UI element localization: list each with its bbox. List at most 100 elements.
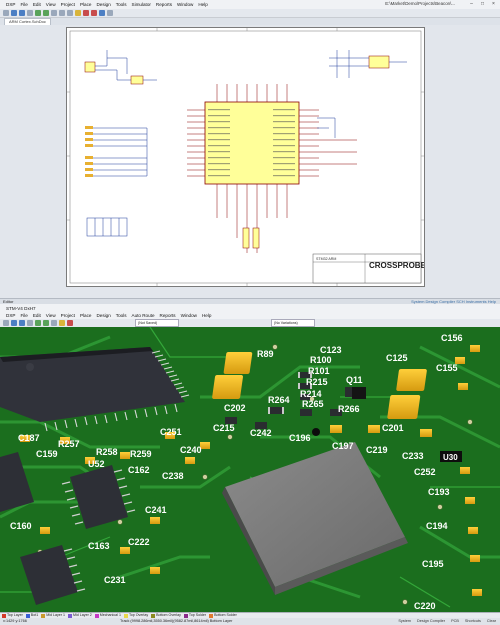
maximize-icon[interactable]: □ — [478, 1, 487, 7]
pcb-zoom-out-icon[interactable] — [43, 320, 49, 326]
paste-icon[interactable] — [67, 10, 73, 16]
pcb-menu-file[interactable]: File — [20, 313, 27, 318]
label-c197: C197 — [332, 441, 354, 451]
layer-name: Mid Layer 2 — [72, 613, 92, 618]
panel-design-compiler[interactable]: Design Compiler — [417, 618, 445, 625]
zoom-in-icon[interactable] — [35, 10, 41, 16]
label-r214: R214 — [300, 389, 322, 399]
pcb-select-icon[interactable] — [51, 320, 57, 326]
panel-clear[interactable]: Clear — [487, 618, 496, 625]
menu-tools[interactable]: Tools — [116, 2, 127, 7]
menu-dxp[interactable]: DXP — [6, 2, 15, 7]
pcb-menu-autoroute[interactable]: Auto Route — [132, 313, 155, 318]
pcb-menu-project[interactable]: Project — [61, 313, 75, 318]
redo-icon[interactable] — [91, 10, 97, 16]
pcb-menu-tools[interactable]: Tools — [116, 313, 127, 318]
pcb-3d-view[interactable]: R89 C123 C125 C156 R100 R101 R215 Q11 C1… — [0, 327, 500, 612]
pcb-menu-reports[interactable]: Reports — [160, 313, 176, 318]
compile-icon[interactable] — [99, 10, 105, 16]
pcb-combo-saved[interactable]: (Not Saved) — [135, 319, 179, 327]
label-q11: Q11 — [346, 375, 363, 385]
pcb-print-icon[interactable] — [27, 320, 33, 326]
schematic-sheet[interactable]: STM32 ARM CROSSPROBE — [66, 27, 427, 287]
copy-icon[interactable] — [59, 10, 65, 16]
layer-swatch-icon — [209, 613, 214, 618]
label-r259: R259 — [130, 449, 152, 459]
layer-tab-top[interactable]: Top Layer — [2, 613, 23, 618]
open-icon[interactable] — [11, 10, 17, 16]
pcb-menu-place[interactable]: Place — [80, 313, 92, 318]
label-r264: R264 — [268, 395, 290, 405]
menu-window[interactable]: Window — [177, 2, 193, 7]
tab-schematic[interactable]: ARM Cortex.SchDoc — [4, 18, 51, 25]
layer-name: Bottom Overlay — [156, 613, 181, 618]
layer-swatch-icon — [151, 613, 156, 618]
print-icon[interactable] — [27, 10, 33, 16]
label-c220: C220 — [414, 601, 436, 611]
pcb-save-icon[interactable] — [19, 320, 25, 326]
menu-view[interactable]: View — [46, 2, 56, 7]
pcb-menu-help[interactable]: Help — [202, 313, 211, 318]
label-c202: C202 — [224, 403, 246, 413]
wire-icon[interactable] — [75, 10, 81, 16]
menu-project[interactable]: Project — [61, 2, 75, 7]
menu-file[interactable]: File — [20, 2, 27, 7]
pcb-statusbar: x:1429 y:1766 Track (9998.286mil,3550.36… — [0, 618, 500, 625]
pcb-menu-view[interactable]: View — [46, 313, 56, 318]
label-c240: C240 — [180, 445, 202, 455]
layer-tab-top-overlay[interactable]: Top Overlay — [123, 613, 148, 618]
panel-pcb[interactable]: PCB — [451, 618, 459, 625]
schematic-window: DXP File Edit View Project Place Design … — [0, 0, 500, 305]
pcb-open-icon[interactable] — [11, 320, 17, 326]
menu-place[interactable]: Place — [80, 2, 92, 7]
label-r266: R266 — [338, 404, 360, 414]
layer-tab-bottom-solder[interactable]: Bottom Solder — [209, 613, 237, 618]
pcb-menu-window[interactable]: Window — [181, 313, 197, 318]
layer-tab-mid2[interactable]: Mid Layer 2 — [67, 613, 92, 618]
place-part-icon[interactable] — [107, 10, 113, 16]
cut-icon[interactable] — [51, 10, 57, 16]
pcb-menu-edit[interactable]: Edit — [33, 313, 41, 318]
label-r215: R215 — [306, 377, 328, 387]
label-r100: R100 — [310, 355, 332, 365]
schematic-canvas[interactable]: STM32 ARM CROSSPROBE — [0, 25, 500, 298]
pcb-zoom-in-icon[interactable] — [35, 320, 41, 326]
layer-tab-mid1[interactable]: Mid Layer 1 — [41, 613, 65, 618]
label-c238: C238 — [162, 471, 184, 481]
label-c215: C215 — [213, 423, 235, 433]
pcb-combo-variations[interactable]: (No Variations) — [271, 319, 315, 327]
label-c125: C125 — [386, 353, 408, 363]
undo-icon[interactable] — [83, 10, 89, 16]
close-icon[interactable]: × — [489, 1, 498, 7]
menu-design[interactable]: Design — [96, 2, 110, 7]
label-c194: C194 — [426, 521, 448, 531]
label-u52: U52 — [88, 459, 105, 469]
layer-tab-mech1[interactable]: Mechanical 1 — [94, 613, 121, 618]
save-icon[interactable] — [19, 10, 25, 16]
menu-help[interactable]: Help — [198, 2, 207, 7]
minimize-icon[interactable]: – — [467, 1, 476, 7]
layer-tab-bot1[interactable]: Bot1 — [25, 613, 38, 618]
zoom-out-icon[interactable] — [43, 10, 49, 16]
label-c233: C233 — [402, 451, 424, 461]
pcb-menu-design[interactable]: Design — [96, 313, 110, 318]
label-c241: C241 — [145, 505, 167, 515]
schematic-toolbar — [0, 9, 500, 18]
panel-shortcuts[interactable]: Shortcuts — [465, 618, 481, 625]
layer-tab-bottom-overlay[interactable]: Bottom Overlay — [151, 613, 181, 618]
pcb-mainmenu: DXP File Edit View Project Place Design … — [0, 311, 500, 319]
pcb-undo-icon[interactable] — [67, 320, 73, 326]
menu-reports[interactable]: Reports — [156, 2, 172, 7]
new-icon[interactable] — [3, 10, 9, 16]
pcb-new-icon[interactable] — [3, 320, 9, 326]
pcb-route-icon[interactable] — [59, 320, 65, 326]
pcb-menu-dxp[interactable]: DXP — [6, 313, 15, 318]
layer-swatch-icon — [183, 613, 188, 618]
panel-system[interactable]: System — [398, 618, 411, 625]
schematic-tabstrip: ARM Cortex.SchDoc — [0, 18, 500, 25]
label-c159: C159 — [36, 449, 58, 459]
layer-swatch-icon — [25, 613, 30, 618]
menu-simulator[interactable]: Simulator — [132, 2, 151, 7]
menu-edit[interactable]: Edit — [33, 2, 41, 7]
layer-tab-top-solder[interactable]: Top Solder — [183, 613, 206, 618]
